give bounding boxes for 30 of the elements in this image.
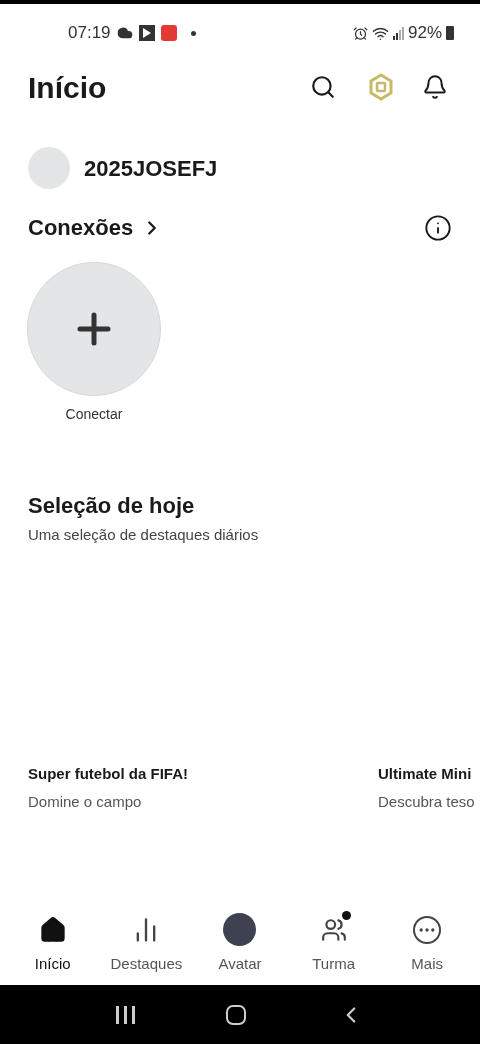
recent-apps-icon[interactable] [115, 1005, 135, 1024]
game-subtitle: Descubra teso [378, 792, 475, 812]
page-title: Início [28, 69, 108, 106]
play-icon [138, 25, 155, 41]
more-icon [413, 915, 442, 944]
avatar-icon [223, 913, 257, 946]
game-subtitle: Domine o campo [28, 792, 142, 812]
game-title[interactable]: Ultimate Mini [378, 762, 472, 785]
alarm-icon [352, 25, 368, 41]
info-icon[interactable] [424, 213, 452, 242]
signal-icon [392, 26, 404, 40]
battery-level: 92% [407, 22, 442, 45]
connect-label: Conectar [65, 405, 123, 424]
status-time: 07:19 [68, 22, 111, 45]
section-title: Seleção de hoje [28, 492, 196, 520]
nav-tab[interactable]: Avatar [197, 912, 283, 975]
nav-tab[interactable]: Mais [384, 912, 471, 975]
home-button-icon[interactable] [226, 1004, 247, 1025]
nav-tab[interactable]: Turma [290, 912, 377, 975]
app-icon [160, 25, 177, 41]
nav-tab[interactable]: Destaques [103, 912, 190, 975]
people-icon [320, 916, 347, 943]
cloud-icon [116, 25, 133, 41]
username[interactable]: 2025JOSEFJ [84, 151, 218, 185]
home-icon [38, 915, 67, 944]
battery-icon [446, 26, 454, 40]
connections-link[interactable]: Conexões [28, 211, 424, 244]
game-title[interactable]: Super futebol da FIFA! [28, 762, 188, 785]
nav-tab[interactable]: Início [9, 912, 96, 975]
section-subtitle: Uma seleção de destaques diários [28, 525, 260, 545]
